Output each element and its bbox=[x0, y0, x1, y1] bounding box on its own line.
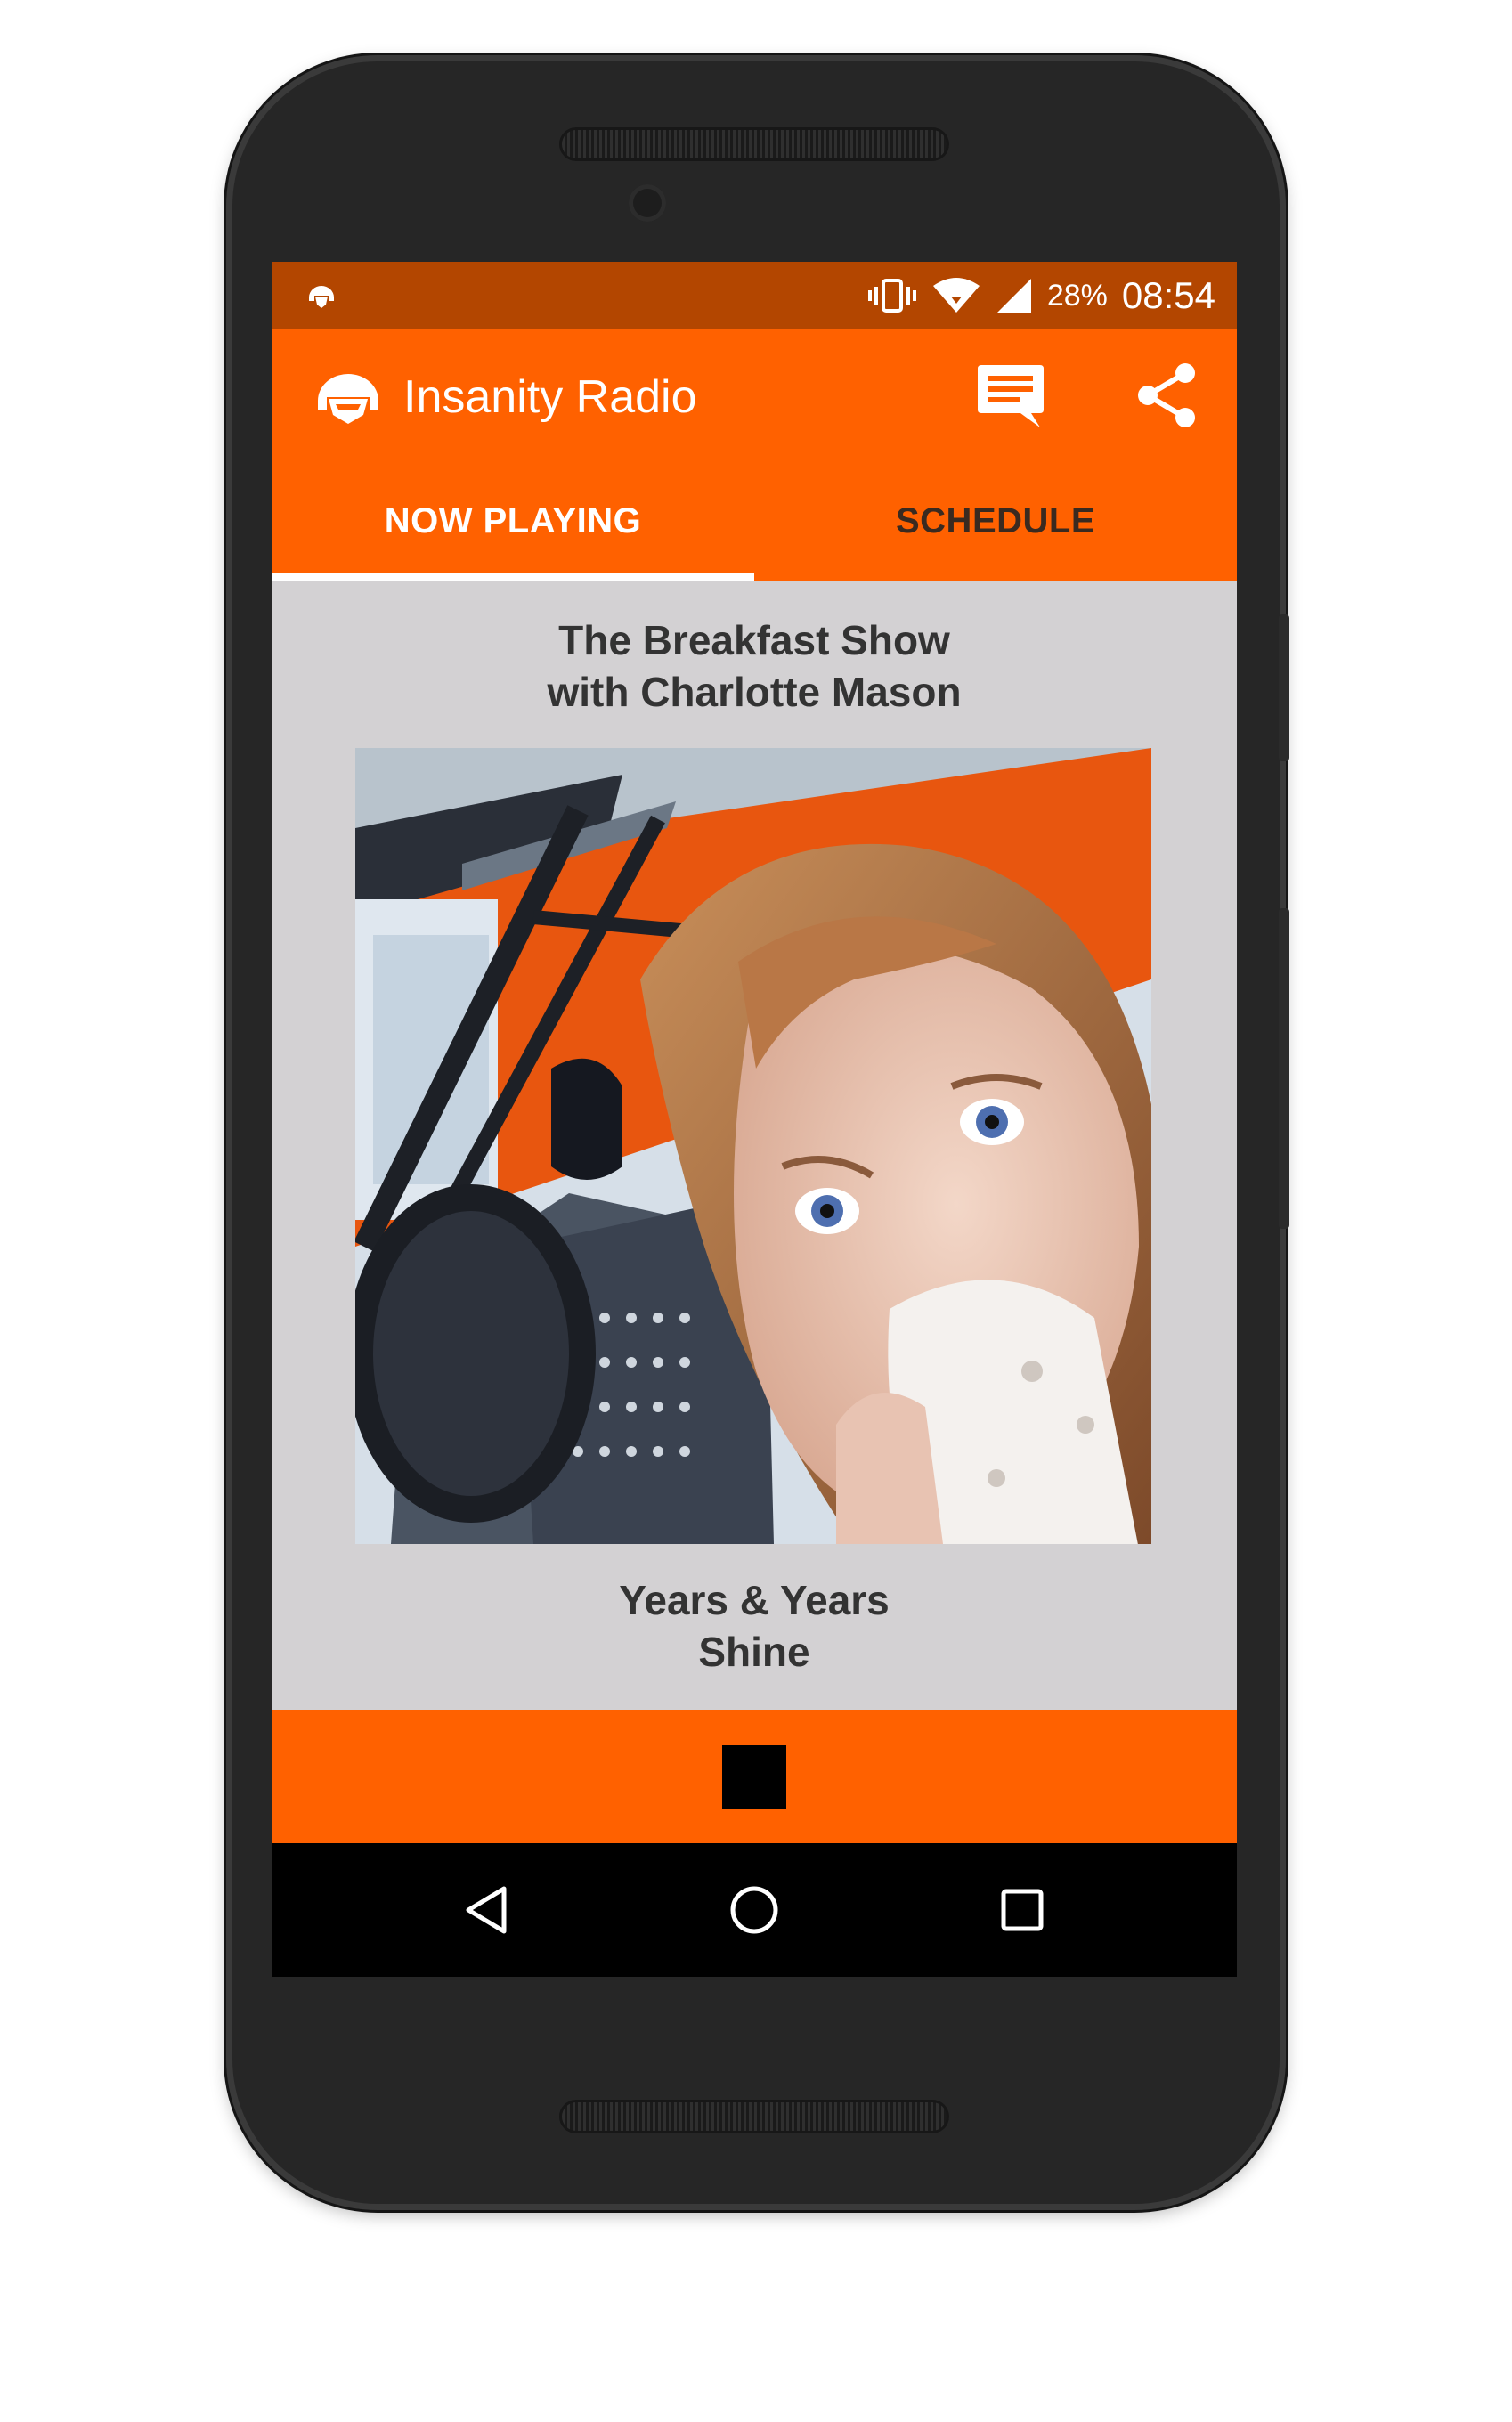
track-artist: Years & Years bbox=[619, 1577, 890, 1623]
back-icon bbox=[466, 1886, 507, 1934]
track-title: Shine bbox=[698, 1629, 810, 1675]
tab-indicator bbox=[272, 573, 754, 581]
power-button bbox=[1279, 614, 1289, 761]
presenter-photo bbox=[355, 748, 1151, 1544]
show-title: The Breakfast Show with Charlotte Mason bbox=[272, 614, 1237, 718]
vibrate-icon bbox=[867, 279, 916, 313]
player-bar bbox=[272, 1710, 1237, 1843]
app-notification-icon bbox=[309, 286, 334, 308]
tab-schedule[interactable]: SCHEDULE bbox=[754, 461, 1237, 581]
message-button[interactable] bbox=[966, 351, 1055, 440]
message-icon bbox=[978, 365, 1044, 427]
show-presenter: with Charlotte Mason bbox=[547, 669, 962, 715]
cell-signal-icon bbox=[996, 279, 1031, 313]
status-clock: 08:54 bbox=[1121, 274, 1215, 316]
home-icon bbox=[730, 1886, 778, 1934]
battery-percentage: 28% bbox=[1046, 278, 1108, 313]
bottom-speaker bbox=[559, 2100, 949, 2133]
now-playing-panel: The Breakfast Show with Charlotte Mason bbox=[272, 581, 1237, 1710]
share-button[interactable] bbox=[1123, 351, 1212, 440]
front-camera bbox=[629, 184, 666, 222]
status-icons: 28% 08:54 bbox=[867, 262, 1215, 329]
status-bar: 28% 08:54 bbox=[272, 262, 1237, 329]
recents-icon bbox=[1001, 1889, 1044, 1931]
tab-now-playing[interactable]: NOW PLAYING bbox=[272, 461, 754, 581]
wifi-icon bbox=[932, 278, 980, 313]
share-icon bbox=[1138, 363, 1195, 427]
stop-icon[interactable] bbox=[722, 1745, 786, 1809]
earpiece-speaker bbox=[559, 127, 949, 161]
home-button[interactable] bbox=[723, 1879, 785, 1941]
app-bar: Insanity Radio bbox=[272, 329, 1237, 461]
back-button[interactable] bbox=[455, 1879, 517, 1941]
recents-button[interactable] bbox=[991, 1879, 1053, 1941]
screen: 28% 08:54 Insanity Radio NOW PLAYING SCH… bbox=[272, 262, 1237, 1977]
insanity-radio-logo-icon bbox=[318, 374, 378, 424]
navigation-bar bbox=[272, 1843, 1237, 1977]
show-name: The Breakfast Show bbox=[558, 617, 950, 663]
app-title: Insanity Radio bbox=[403, 371, 697, 423]
volume-button bbox=[1279, 908, 1289, 1229]
tab-bar: NOW PLAYING SCHEDULE bbox=[272, 461, 1237, 581]
current-track: Years & Years Shine bbox=[272, 1574, 1237, 1678]
